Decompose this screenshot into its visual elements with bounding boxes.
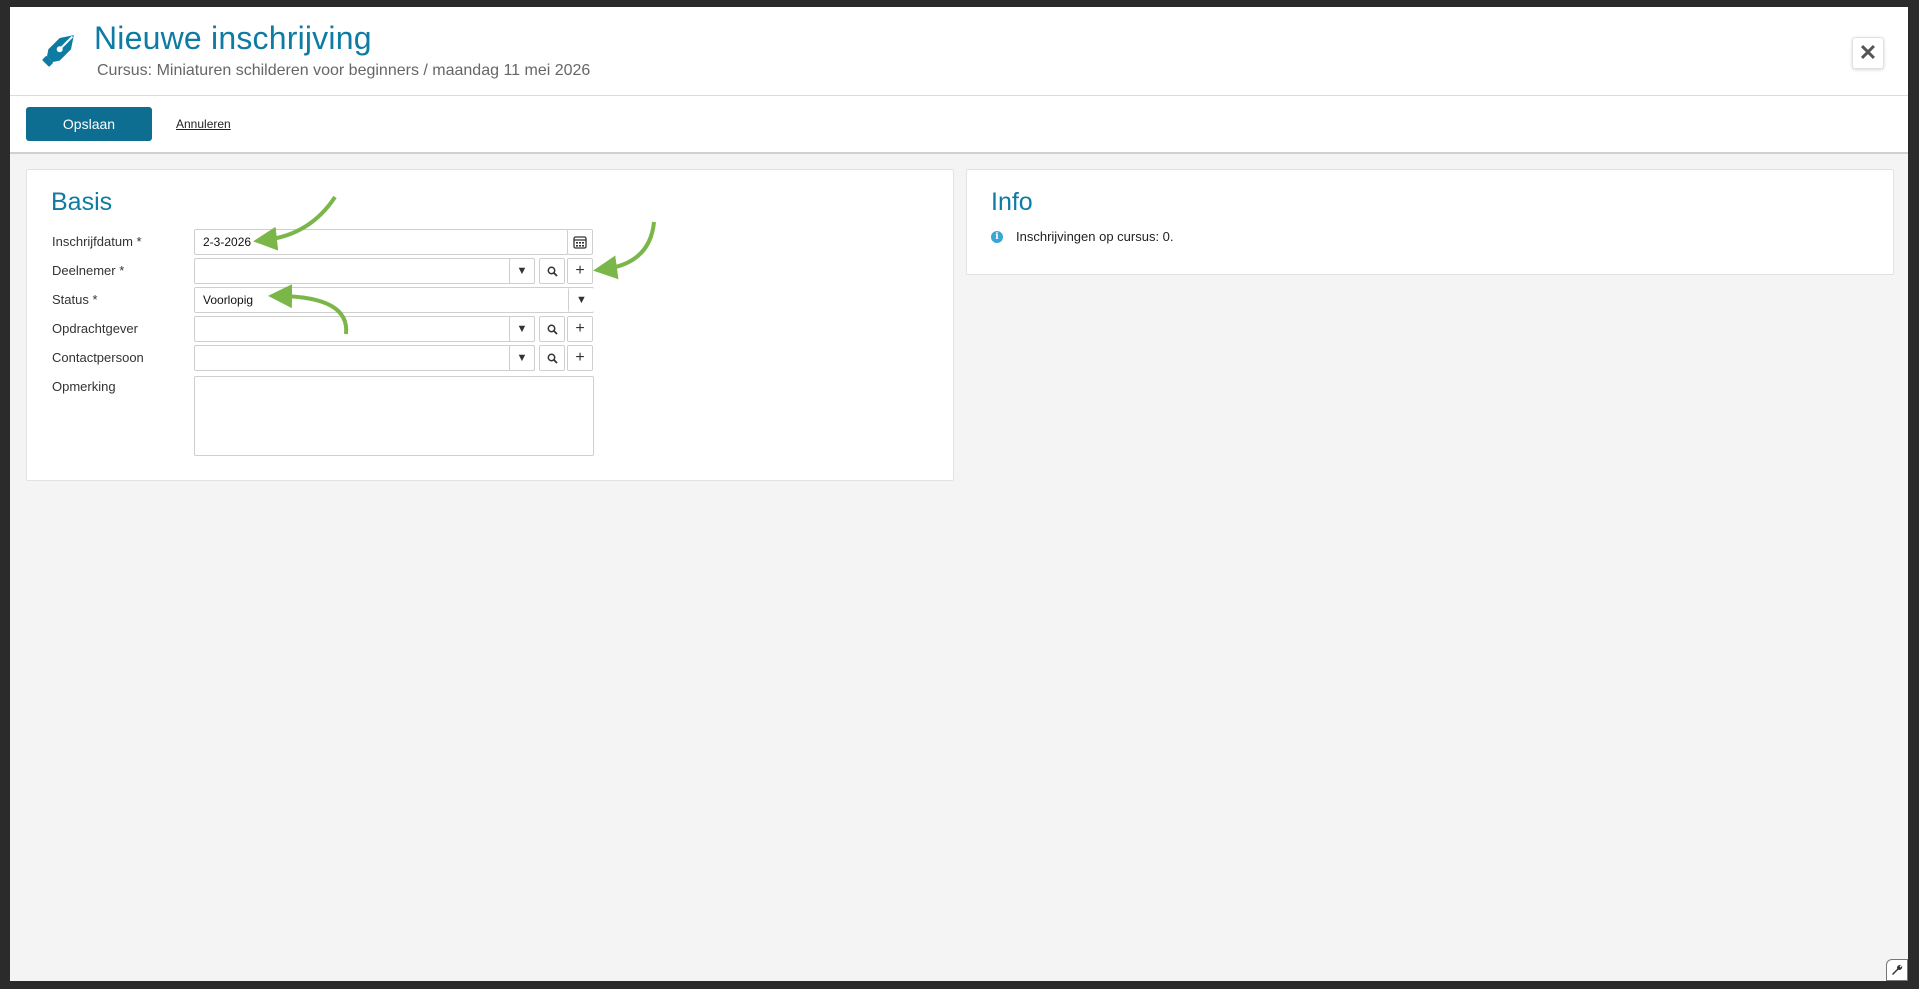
page-title: Nieuwe inschrijving xyxy=(94,20,372,56)
plus-icon: + xyxy=(575,262,585,279)
deelnemer-select[interactable] xyxy=(194,258,535,284)
status-dropdown-button[interactable]: ▼ xyxy=(568,288,594,312)
plus-icon: + xyxy=(575,320,585,337)
search-icon xyxy=(547,266,558,277)
chevron-down-icon: ▼ xyxy=(516,323,528,335)
wrench-icon xyxy=(1892,964,1903,975)
opdrachtgever-dropdown-button[interactable]: ▼ xyxy=(509,316,535,342)
deelnemer-search-button[interactable] xyxy=(539,258,565,284)
contactpersoon-search-button[interactable] xyxy=(539,345,565,371)
info-panel: Info i Inschrijvingen op cursus: 0. xyxy=(966,169,1894,275)
plus-icon: + xyxy=(575,349,585,366)
cancel-link[interactable]: Annuleren xyxy=(176,117,231,131)
opdrachtgever-label: Opdrachtgever xyxy=(52,321,138,336)
opmerking-label: Opmerking xyxy=(52,379,116,394)
deelnemer-dropdown-button[interactable]: ▼ xyxy=(509,258,535,284)
toolbar: Opslaan Annuleren xyxy=(10,96,1908,154)
modal-window: Nieuwe inschrijving Cursus: Miniaturen s… xyxy=(10,7,1908,981)
status-select[interactable]: Voorlopig xyxy=(194,287,594,313)
opdrachtgever-search-button[interactable] xyxy=(539,316,565,342)
opdrachtgever-select[interactable] xyxy=(194,316,535,342)
chevron-down-icon: ▼ xyxy=(576,294,587,306)
inschrijfdatum-input[interactable]: 2-3-2026 xyxy=(194,229,568,255)
info-icon: i xyxy=(991,230,1003,243)
calendar-icon xyxy=(573,236,587,249)
settings-button[interactable] xyxy=(1886,959,1908,981)
opmerking-textarea[interactable] xyxy=(194,376,594,456)
basis-title: Basis xyxy=(51,188,113,216)
contactpersoon-add-button[interactable]: + xyxy=(567,345,593,371)
close-icon: ✕ xyxy=(1858,40,1878,65)
status-label: Status * xyxy=(52,292,98,307)
contactpersoon-label: Contactpersoon xyxy=(52,350,144,365)
contactpersoon-dropdown-button[interactable]: ▼ xyxy=(509,345,535,371)
contactpersoon-select[interactable] xyxy=(194,345,535,371)
info-message-row: i Inschrijvingen op cursus: 0. xyxy=(991,229,1174,244)
info-message: Inschrijvingen op cursus: 0. xyxy=(1016,229,1174,244)
chevron-down-icon: ▼ xyxy=(516,265,528,277)
inschrijfdatum-label: Inschrijfdatum * xyxy=(52,234,142,249)
page-subtitle: Cursus: Miniaturen schilderen voor begin… xyxy=(97,62,591,79)
opdrachtgever-add-button[interactable]: + xyxy=(567,316,593,342)
basis-panel: Basis Inschrijfdatum * 2-3-2026 Deelneme… xyxy=(26,169,954,481)
close-button[interactable]: ✕ xyxy=(1852,37,1884,69)
search-icon xyxy=(547,353,558,364)
fountain-pen-icon xyxy=(42,35,74,67)
deelnemer-add-button[interactable]: + xyxy=(567,258,593,284)
info-title: Info xyxy=(991,188,1033,216)
save-button[interactable]: Opslaan xyxy=(26,107,152,141)
chevron-down-icon: ▼ xyxy=(516,352,528,364)
header: Nieuwe inschrijving Cursus: Miniaturen s… xyxy=(10,7,1908,96)
deelnemer-label: Deelnemer * xyxy=(52,263,125,278)
search-icon xyxy=(547,324,558,335)
calendar-button[interactable] xyxy=(567,229,593,255)
